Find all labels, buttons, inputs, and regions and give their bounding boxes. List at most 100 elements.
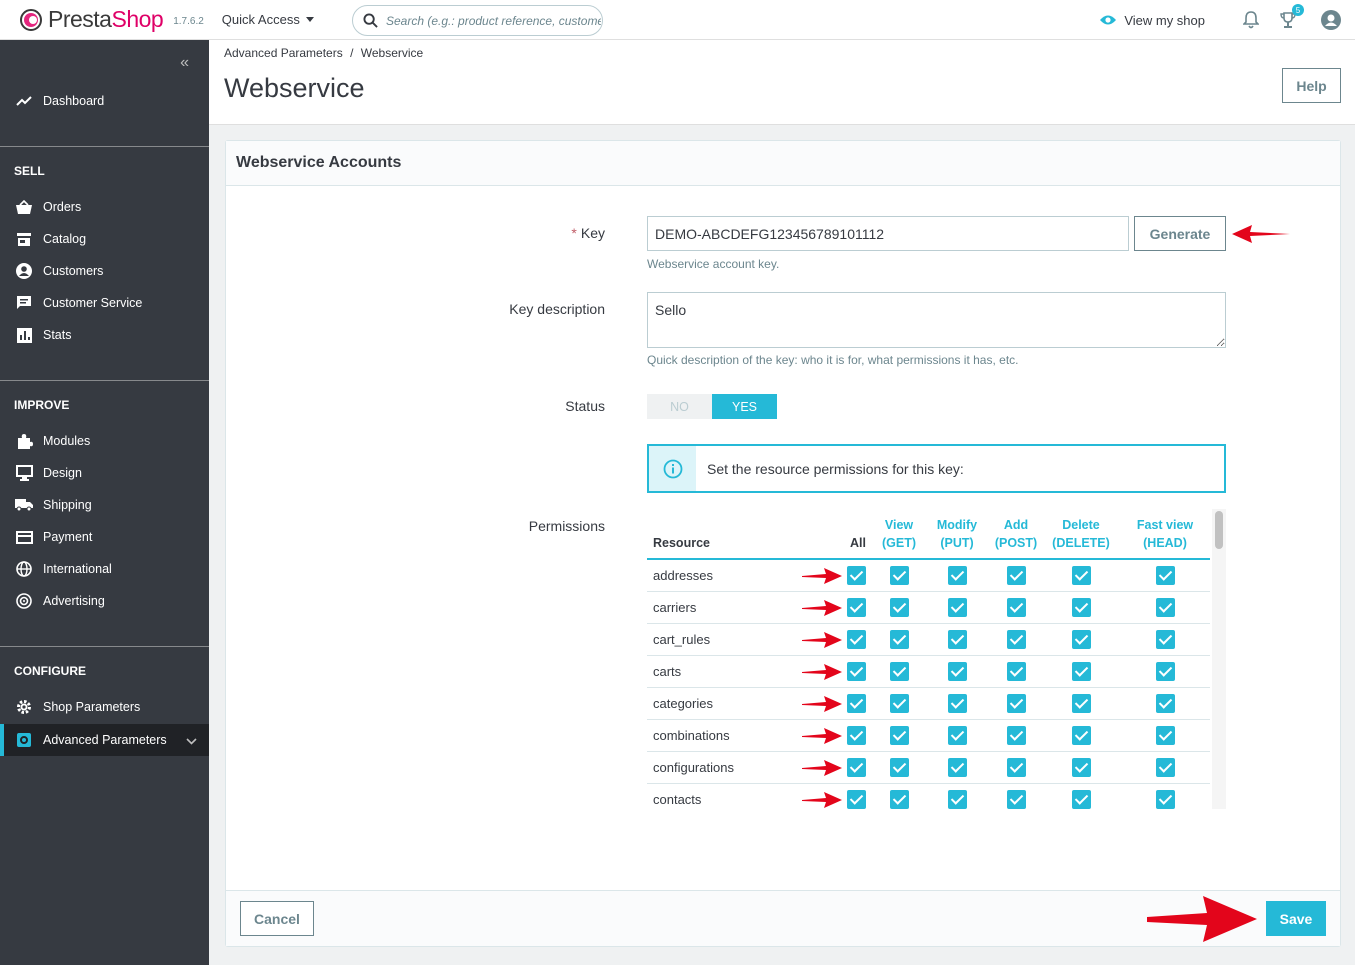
fast-view-checkbox[interactable] [1155, 565, 1175, 585]
delete-checkbox[interactable] [1071, 693, 1091, 713]
view-checkbox[interactable] [889, 693, 909, 713]
modify-column-header[interactable]: Modify (PUT) [924, 509, 990, 560]
user-account-icon[interactable] [1321, 10, 1341, 30]
sidebar-item-dashboard[interactable]: Dashboard [0, 85, 209, 117]
add-checkbox[interactable] [1006, 661, 1026, 681]
view-checkbox[interactable] [889, 661, 909, 681]
view-checkbox[interactable] [889, 789, 909, 809]
save-button[interactable]: Save [1266, 901, 1326, 936]
status-no-option[interactable]: NO [647, 394, 712, 419]
view-column-header[interactable]: View (GET) [874, 509, 924, 560]
add-checkbox[interactable] [1006, 757, 1026, 777]
quick-access-menu[interactable]: Quick Access [222, 12, 314, 27]
sidebar-item-payment[interactable]: Payment [0, 521, 209, 553]
modify-cell [924, 751, 990, 784]
annotation-arrow-icon [802, 792, 842, 808]
resource-name: configurations [647, 751, 797, 784]
trophy-icon[interactable]: 5 [1279, 4, 1304, 29]
add-cell [990, 719, 1042, 752]
add-checkbox[interactable] [1006, 725, 1026, 745]
modify-checkbox[interactable] [947, 629, 967, 649]
search-input[interactable] [386, 13, 601, 28]
modify-checkbox[interactable] [947, 565, 967, 585]
sidebar-item-shop-parameters[interactable]: Shop Parameters [0, 691, 209, 723]
sidebar-item-modules[interactable]: Modules [0, 425, 209, 457]
all-checkbox[interactable] [847, 661, 866, 681]
breadcrumb-advanced-parameters[interactable]: Advanced Parameters [224, 46, 343, 60]
puzzle-icon [15, 432, 33, 450]
all-checkbox[interactable] [847, 725, 866, 745]
modify-checkbox[interactable] [947, 597, 967, 617]
modify-checkbox[interactable] [947, 789, 967, 809]
delete-checkbox[interactable] [1071, 661, 1091, 681]
delete-checkbox[interactable] [1071, 565, 1091, 585]
annotation-arrow-icon [802, 568, 842, 584]
sidebar-item-customers[interactable]: Customers [0, 255, 209, 287]
all-checkbox[interactable] [847, 565, 866, 585]
add-column-header[interactable]: Add (POST) [990, 509, 1042, 560]
permissions-scrollbar[interactable] [1212, 509, 1226, 809]
fast-view-checkbox[interactable] [1155, 725, 1175, 745]
sidebar-item-advanced-parameters[interactable]: Advanced Parameters [0, 724, 209, 756]
search-box[interactable] [352, 5, 603, 36]
sidebar-item-customer-service[interactable]: Customer Service [0, 287, 209, 319]
view-checkbox[interactable] [889, 757, 909, 777]
fast-view-checkbox[interactable] [1155, 789, 1175, 809]
delete-checkbox[interactable] [1071, 789, 1091, 809]
add-checkbox[interactable] [1006, 565, 1026, 585]
sidebar-item-stats[interactable]: Stats [0, 319, 209, 351]
fast-view-column-header[interactable]: Fast view (HEAD) [1120, 509, 1210, 560]
help-button[interactable]: Help [1282, 68, 1341, 103]
add-checkbox[interactable] [1006, 597, 1026, 617]
all-checkbox[interactable] [847, 757, 866, 777]
sidebar-item-advertising[interactable]: Advertising [0, 585, 209, 617]
view-checkbox[interactable] [889, 597, 909, 617]
sidebar-item-international[interactable]: International [0, 553, 209, 585]
scrollbar-thumb[interactable] [1215, 511, 1223, 549]
permissions-table-container[interactable]: Resource All View (GET) Modify (PUT) Add (P… [647, 509, 1210, 809]
status-yes-option[interactable]: YES [712, 394, 777, 419]
fast-view-checkbox[interactable] [1155, 661, 1175, 681]
key-description-input[interactable]: Sello [647, 292, 1226, 348]
delete-checkbox[interactable] [1071, 757, 1091, 777]
delete-checkbox[interactable] [1071, 725, 1091, 745]
view-checkbox[interactable] [889, 725, 909, 745]
all-checkbox[interactable] [847, 629, 866, 649]
sidebar-item-label: International [43, 562, 112, 576]
modify-checkbox[interactable] [947, 693, 967, 713]
delete-column-header[interactable]: Delete (DELETE) [1042, 509, 1120, 560]
chevron-down-icon[interactable] [186, 734, 197, 748]
notifications-bell-icon[interactable] [1243, 11, 1259, 29]
status-switch[interactable]: NO YES [647, 394, 777, 419]
view-shop-link[interactable]: View my shop [1099, 13, 1205, 28]
modify-checkbox[interactable] [947, 661, 967, 681]
all-checkbox[interactable] [847, 693, 866, 713]
prestashop-logo[interactable]: PrestaShop [20, 0, 164, 40]
delete-checkbox[interactable] [1071, 629, 1091, 649]
fast-view-checkbox[interactable] [1155, 693, 1175, 713]
cancel-button[interactable]: Cancel [240, 901, 314, 936]
key-input[interactable] [647, 216, 1129, 251]
modify-checkbox[interactable] [947, 757, 967, 777]
fast-view-checkbox[interactable] [1155, 597, 1175, 617]
fast-view-checkbox[interactable] [1155, 629, 1175, 649]
all-checkbox[interactable] [847, 597, 866, 617]
sidebar-item-shipping[interactable]: Shipping [0, 489, 209, 521]
sidebar-item-design[interactable]: Design [0, 457, 209, 489]
add-checkbox[interactable] [1006, 789, 1026, 809]
sidebar-item-label: Customer Service [43, 296, 143, 310]
view-checkbox[interactable] [889, 565, 909, 585]
search-icon[interactable] [363, 13, 378, 28]
modify-checkbox[interactable] [947, 725, 967, 745]
delete-checkbox[interactable] [1071, 597, 1091, 617]
add-checkbox[interactable] [1006, 693, 1026, 713]
all-checkbox[interactable] [847, 789, 866, 809]
view-checkbox[interactable] [889, 629, 909, 649]
version-label: 1.7.6.2 [173, 16, 204, 27]
sidebar-item-catalog[interactable]: Catalog [0, 223, 209, 255]
fast-view-checkbox[interactable] [1155, 757, 1175, 777]
add-checkbox[interactable] [1006, 629, 1026, 649]
sidebar-item-orders[interactable]: Orders [0, 191, 209, 223]
collapse-sidebar-icon[interactable]: « [180, 54, 189, 72]
generate-button[interactable]: Generate [1134, 216, 1226, 251]
